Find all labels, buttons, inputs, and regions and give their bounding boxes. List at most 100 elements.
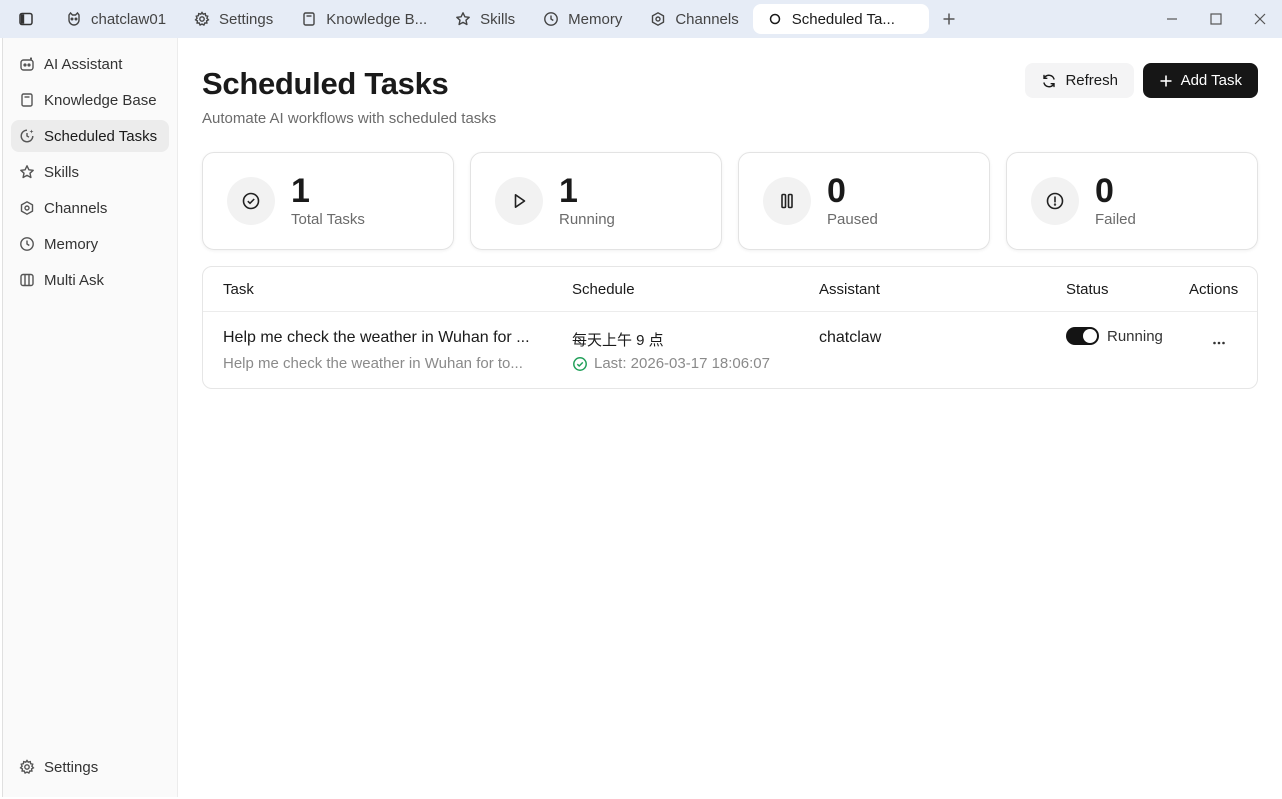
stat-text: 1 Running	[559, 174, 615, 228]
stat-text: 0 Failed	[1095, 174, 1136, 228]
column-header-assistant: Assistant	[819, 281, 880, 298]
sidebar-item-label: Multi Ask	[44, 271, 105, 289]
stat-card-failed: 0 Failed	[1006, 152, 1258, 250]
tab-label: Settings	[219, 10, 274, 28]
plus-icon	[943, 13, 955, 25]
bot-icon	[20, 57, 34, 71]
sidebar-item-label: Knowledge Base	[44, 91, 157, 109]
column-header-status: Status	[1066, 281, 1109, 298]
tab-label: Channels	[675, 10, 739, 28]
sidebar-item-skills[interactable]: Skills	[11, 156, 169, 188]
sidebar-item-label: Skills	[44, 163, 80, 181]
tab-memory[interactable]: Memory	[529, 4, 636, 34]
status-toggle[interactable]	[1066, 327, 1099, 345]
book-icon	[21, 93, 33, 107]
add-task-label: Add Task	[1180, 72, 1242, 89]
sidebar-item-label: Scheduled Tasks	[44, 127, 158, 145]
stat-icon-wrap	[227, 177, 275, 225]
tab-label: Knowledge B...	[326, 10, 428, 28]
close-window-button[interactable]	[1238, 0, 1282, 38]
column-header-actions: Actions	[1189, 281, 1239, 298]
star-icon	[20, 165, 34, 179]
maximize-icon	[1210, 13, 1222, 25]
row-actions-button[interactable]	[1205, 329, 1233, 357]
new-tab-button[interactable]	[931, 4, 967, 34]
stat-value: 0	[827, 172, 846, 210]
check-circle-icon	[573, 356, 587, 371]
tab-label: Scheduled Ta...	[791, 10, 895, 28]
tasks-table: Task Schedule Assistant Status Actions H…	[202, 266, 1258, 389]
check-circle-icon	[242, 192, 260, 210]
window-controls	[1150, 0, 1282, 38]
main-content: Scheduled Tasks Automate AI workflows wi…	[178, 38, 1280, 797]
alert-circle-icon	[1046, 192, 1064, 210]
hub-icon	[20, 201, 34, 215]
sidebar-item-settings[interactable]: Settings	[11, 751, 169, 783]
stat-value: 1	[291, 172, 310, 210]
stat-card-total: 1 Total Tasks	[202, 152, 454, 250]
stat-card-running: 1 Running	[470, 152, 722, 250]
minimize-icon	[1167, 18, 1177, 20]
tab-skills[interactable]: Skills	[441, 4, 529, 34]
tab-channels[interactable]: Channels	[636, 4, 752, 34]
add-task-button[interactable]: Add Task	[1142, 63, 1258, 98]
column-header-schedule: Schedule	[572, 281, 635, 298]
sidebar-nav: AI Assistant Knowledge Base Scheduled Ta…	[3, 38, 177, 296]
stat-icon-wrap	[763, 177, 811, 225]
table-header: Task Schedule Assistant Status Actions	[203, 267, 1257, 312]
sidebar-item-label: Settings	[44, 758, 99, 776]
circle-icon	[769, 13, 780, 25]
cat-face-icon	[68, 11, 80, 26]
tab-label: Memory	[568, 10, 623, 28]
sidebar-item-scheduled-tasks[interactable]: Scheduled Tasks	[11, 120, 169, 152]
tab-settings[interactable]: Settings	[180, 4, 287, 34]
last-run-text: Last: 2026-03-17 18:06:07	[594, 355, 770, 372]
sidebar-item-label: Memory	[44, 235, 99, 253]
stat-icon-wrap	[1031, 177, 1079, 225]
sidebar-item-knowledge-base[interactable]: Knowledge Base	[11, 84, 169, 116]
stat-card-paused: 0 Paused	[738, 152, 990, 250]
refresh-icon	[1043, 74, 1056, 87]
tab-chatclaw01[interactable]: chatclaw01	[52, 4, 180, 34]
plus-icon	[1160, 75, 1172, 86]
more-horizontal-icon	[1213, 341, 1225, 345]
sidebar-item-label: Channels	[44, 199, 108, 217]
sidebar: AI Assistant Knowledge Base Scheduled Ta…	[2, 38, 178, 797]
schedule-text: 每天上午 9 点	[572, 332, 664, 349]
minimize-button[interactable]	[1150, 0, 1194, 38]
book-icon	[303, 12, 315, 26]
tab-knowledge-base[interactable]: Knowledge B...	[287, 4, 441, 34]
tab-label: chatclaw01	[91, 10, 167, 28]
sidebar-item-multi-ask[interactable]: Multi Ask	[11, 264, 169, 296]
toggle-knob	[1083, 329, 1097, 343]
assistant-name: chatclaw	[819, 329, 882, 346]
clock-icon	[544, 12, 559, 26]
status-text: Running	[1107, 327, 1163, 345]
stat-icon-wrap	[495, 177, 543, 225]
stat-value: 1	[559, 172, 578, 210]
task-title[interactable]: Help me check the weather in Wuhan for .…	[223, 329, 530, 347]
columns-icon	[20, 273, 34, 287]
stat-text: 1 Total Tasks	[291, 174, 365, 228]
clock-icon	[20, 237, 34, 251]
tab-scheduled-tasks[interactable]: Scheduled Ta...	[752, 4, 929, 34]
sidebar-toggle-icon	[19, 12, 33, 26]
column-header-task: Task	[223, 281, 254, 298]
refresh-button[interactable]: Refresh	[1025, 63, 1134, 98]
sidebar-item-memory[interactable]: Memory	[11, 228, 169, 260]
gear-icon	[194, 11, 210, 26]
stat-value: 0	[1095, 172, 1114, 210]
maximize-button[interactable]	[1194, 0, 1238, 38]
table-row[interactable]: Help me check the weather in Wuhan for .…	[203, 312, 1257, 388]
gear-icon	[19, 759, 35, 774]
tab-label: Skills	[480, 10, 516, 28]
sidebar-item-channels[interactable]: Channels	[11, 192, 169, 224]
sidebar-item-ai-assistant[interactable]: AI Assistant	[11, 48, 169, 80]
pause-icon	[781, 193, 793, 209]
sidebar-toggle-button[interactable]	[0, 0, 52, 38]
close-icon	[1254, 13, 1266, 25]
sidebar-footer: Settings	[3, 751, 177, 787]
play-icon	[514, 194, 526, 208]
task-description: Help me check the weather in Wuhan for t…	[223, 355, 523, 372]
hub-icon	[652, 12, 665, 26]
